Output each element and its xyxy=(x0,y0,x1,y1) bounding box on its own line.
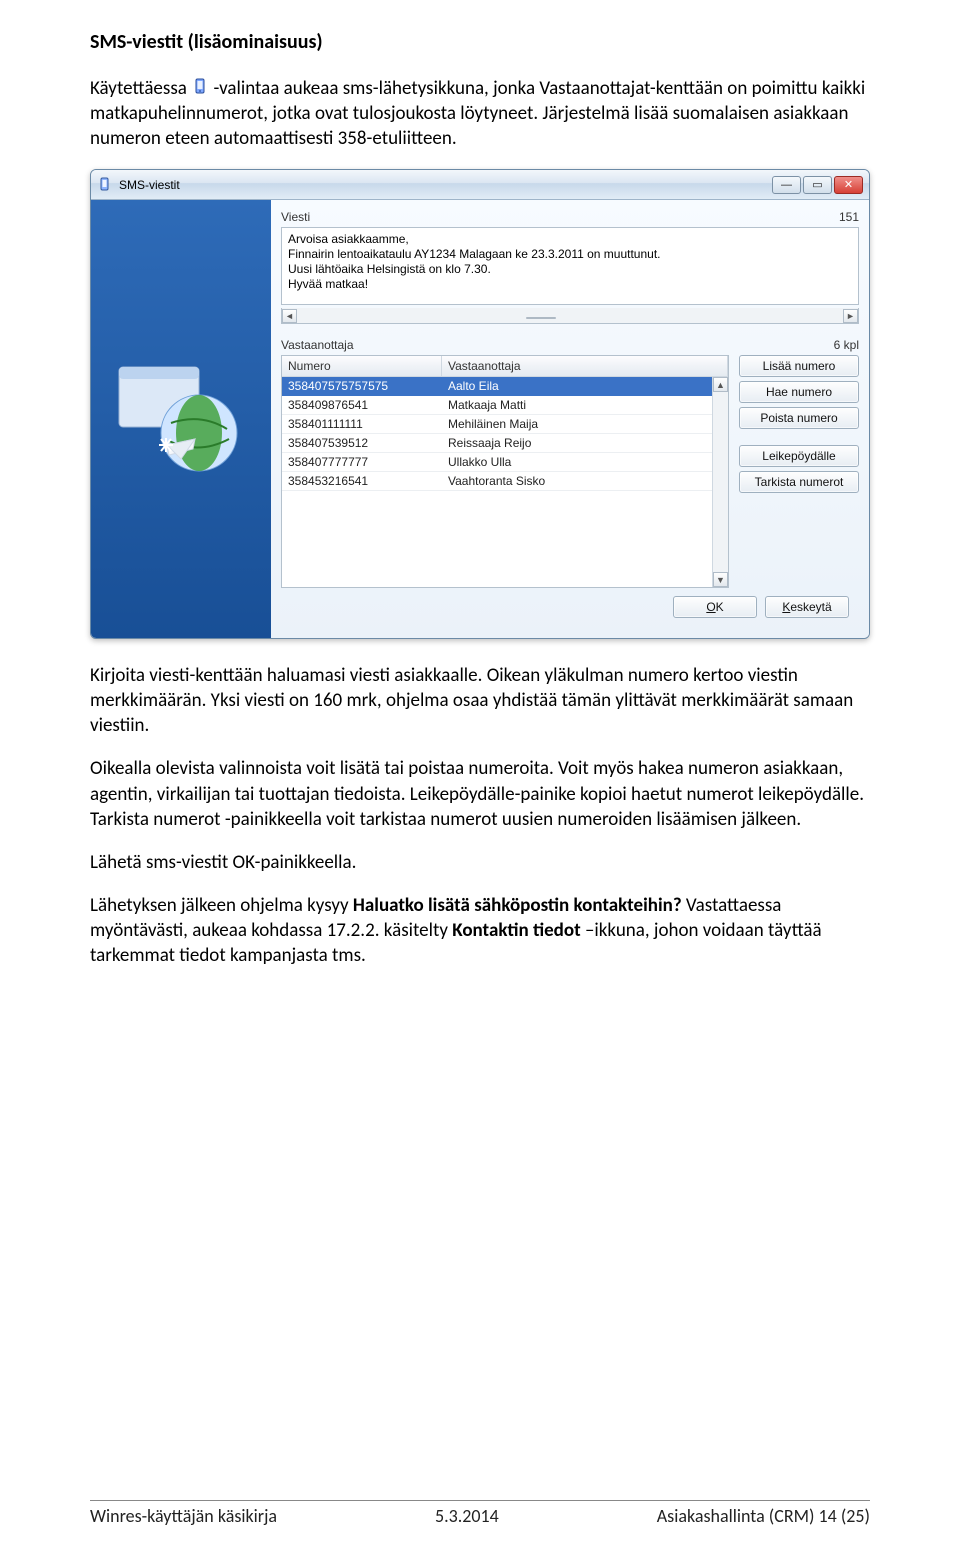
recipients-label-row: Vastaanottaja 6 kpl xyxy=(281,338,859,352)
message-label-row: Viesti 151 xyxy=(281,210,859,224)
recipients-label: Vastaanottaja xyxy=(281,338,354,352)
message-label: Viesti xyxy=(281,210,310,224)
scroll-down-icon[interactable]: ▼ xyxy=(713,572,728,587)
cell-name: Mehiläinen Maija xyxy=(442,415,728,434)
sms-window: SMS-viestit — ▭ ✕ xyxy=(90,169,870,639)
find-number-button[interactable]: Hae numero xyxy=(739,381,859,403)
message-textarea[interactable] xyxy=(281,227,859,305)
text-bold: Kontaktin tiedot xyxy=(452,919,580,942)
paragraph: Kirjoita viesti-kenttään haluamasi viest… xyxy=(90,663,870,738)
clipboard-button[interactable]: Leikepöydälle xyxy=(739,445,859,467)
titlebar: SMS-viestit — ▭ ✕ xyxy=(91,170,869,200)
scroll-right-icon[interactable]: ► xyxy=(843,309,858,323)
cell-number: 358409876541 xyxy=(282,396,442,415)
check-numbers-button[interactable]: Tarkista numerot xyxy=(739,471,859,493)
cell-number: 358407777777 xyxy=(282,453,442,472)
side-buttons: Lisää numero Hae numero Poista numero Le… xyxy=(739,355,859,588)
sms-icon xyxy=(191,78,209,96)
table-vscroll[interactable]: ▲ ▼ xyxy=(712,377,728,587)
table-body: 358407575757575 Aalto Eila 358409876541 … xyxy=(282,377,728,491)
cancel-text: eskeytä xyxy=(790,600,831,614)
message-hscroll[interactable]: ◄ ► xyxy=(281,308,859,324)
footer-center: 5.3.2014 xyxy=(435,1505,499,1527)
page-footer: Winres-käyttäjän käsikirja 5.3.2014 Asia… xyxy=(90,1500,870,1527)
paragraph: Oikealla olevista valinnoista voit lisät… xyxy=(90,756,870,831)
text-bold: Haluatko lisätä sähköpostin kontakteihin… xyxy=(353,894,682,917)
char-count: 151 xyxy=(839,210,859,224)
minimize-button[interactable]: — xyxy=(772,176,801,194)
cell-number: 358407575757575 xyxy=(282,377,442,396)
footer-left: Winres-käyttäjän käsikirja xyxy=(90,1505,277,1527)
add-number-button[interactable]: Lisää numero xyxy=(739,355,859,377)
section-heading: SMS-viestit (lisäominaisuus) xyxy=(90,30,870,54)
paragraph: Lähetä sms-viestit OK-painikkeella. xyxy=(90,850,870,875)
window-icon xyxy=(97,177,113,193)
dialog-footer: OK Keskeytä xyxy=(281,588,859,628)
cell-number: 358407539512 xyxy=(282,434,442,453)
cell-name: Aalto Eila xyxy=(442,377,728,396)
maximize-button[interactable]: ▭ xyxy=(803,176,832,194)
ok-button[interactable]: OK xyxy=(673,596,757,618)
cell-name: Reissaaja Reijo xyxy=(442,434,728,453)
main-panel: Viesti 151 ◄ ► Vastaanottaja 6 kpl Numer… xyxy=(271,200,869,638)
scroll-up-icon[interactable]: ▲ xyxy=(713,377,728,392)
paragraph: Lähetyksen jälkeen ohjelma kysyy Haluatk… xyxy=(90,893,870,968)
cell-name: Ullakko Ulla xyxy=(442,453,728,472)
table-row[interactable]: 358409876541 Matkaaja Matti xyxy=(282,396,728,415)
table-row[interactable]: 358453216541 Vaahtoranta Sisko xyxy=(282,472,728,491)
recipients-count: 6 kpl xyxy=(834,338,859,352)
column-number[interactable]: Numero xyxy=(282,356,442,377)
text: Lähetyksen jälkeen ohjelma kysyy xyxy=(90,894,353,917)
table-header: Numero Vastaanottaja xyxy=(282,356,728,377)
table-row[interactable]: 358401111111 Mehiläinen Maija xyxy=(282,415,728,434)
column-name[interactable]: Vastaanottaja xyxy=(442,356,728,377)
window-title: SMS-viestit xyxy=(119,178,772,192)
cancel-accel: K xyxy=(782,600,790,614)
cell-number: 358401111111 xyxy=(282,415,442,434)
sidebar-graphic xyxy=(91,200,271,638)
scroll-left-icon[interactable]: ◄ xyxy=(282,309,297,323)
paragraph-intro: Käytettäessa -valintaa aukeaa sms-lähety… xyxy=(90,76,870,151)
footer-right: Asiakashallinta (CRM) 14 (25) xyxy=(657,1505,870,1527)
ok-accel: O xyxy=(706,600,715,614)
cell-name: Matkaaja Matti xyxy=(442,396,728,415)
window-controls: — ▭ ✕ xyxy=(772,176,863,194)
recipients-table[interactable]: Numero Vastaanottaja 358407575757575 Aal… xyxy=(281,355,729,588)
table-row[interactable]: 358407539512 Reissaaja Reijo xyxy=(282,434,728,453)
ok-text: K xyxy=(716,600,724,614)
window-client: Viesti 151 ◄ ► Vastaanottaja 6 kpl Numer… xyxy=(91,200,869,638)
cell-name: Vaahtoranta Sisko xyxy=(442,472,728,491)
close-button[interactable]: ✕ xyxy=(834,176,863,194)
text: Käytettäessa xyxy=(90,77,191,100)
remove-number-button[interactable]: Poista numero xyxy=(739,407,859,429)
cell-number: 358453216541 xyxy=(282,472,442,491)
table-row[interactable]: 358407575757575 Aalto Eila xyxy=(282,377,728,396)
cancel-button[interactable]: Keskeytä xyxy=(765,596,849,618)
table-row[interactable]: 358407777777 Ullakko Ulla xyxy=(282,453,728,472)
